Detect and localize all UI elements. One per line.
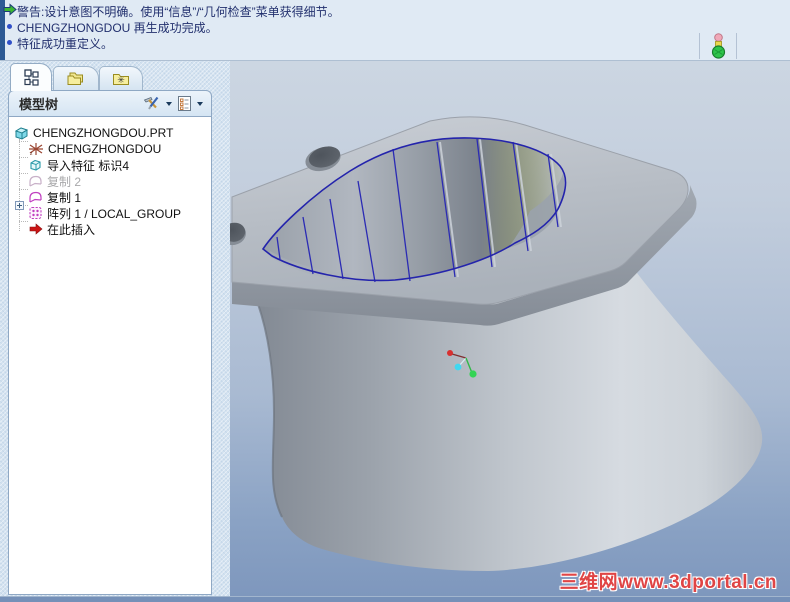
tree-item-part[interactable]: CHENGZHONGDOU.PRT [9, 125, 211, 141]
settings-dropdown-arrow[interactable] [166, 101, 172, 106]
insert-here-icon [29, 223, 43, 235]
tree-item-insert-here[interactable]: 在此插入 [9, 221, 211, 237]
model-tree-header: 模型树 [8, 90, 212, 116]
navigator-panel: ✳ 模型树 CHENGZHONGDOU.PRT z CHENGZHONGDOU … [0, 61, 230, 597]
tree-item-copy-2[interactable]: 复制 2 [9, 173, 211, 189]
bottom-window-edge [0, 596, 790, 602]
graphics-viewport[interactable]: 三维网www.3dportal.cn [230, 61, 790, 597]
expand-plus-icon[interactable] [15, 201, 24, 210]
tree-item-copy-1[interactable]: 复制 1 [9, 189, 211, 205]
traffic-light-icon [711, 33, 725, 59]
message-area: 警告:设计意图不明确。使用“信息”/“几何检查”菜单获得细节。 CHENGZHO… [0, 0, 790, 61]
tree-item-pattern[interactable]: 阵列 1 / LOCAL_GROUP [9, 205, 211, 221]
model-tree-panel[interactable]: CHENGZHONGDOU.PRT z CHENGZHONGDOU 导入特征 标… [8, 116, 212, 595]
regen-status-box[interactable] [699, 33, 737, 59]
tree-item-csys[interactable]: z CHENGZHONGDOU [9, 141, 211, 157]
warning-arrow-icon [3, 3, 17, 16]
tree-item-import-feature[interactable]: 导入特征 标识4 [9, 157, 211, 173]
bullet-icon [7, 40, 12, 45]
pattern-icon [29, 206, 42, 220]
tab-folder-browser[interactable] [53, 66, 99, 90]
settings-tools-icon[interactable] [142, 95, 161, 112]
show-dropdown-arrow[interactable] [197, 101, 203, 106]
bullet-icon [7, 24, 12, 29]
tab-model-tree[interactable] [10, 63, 52, 91]
watermark: 三维网www.3dportal.cn [559, 572, 777, 593]
model-tree-icon [24, 69, 39, 86]
favorites-folder-icon: ✳ [113, 73, 129, 85]
message-line: CHENGZHONGDOU 再生成功完成。 [17, 21, 218, 35]
message-line: 警告:设计意图不明确。使用“信息”/“几何检查”菜单获得细节。 [17, 5, 340, 19]
csys-icon: z [29, 143, 43, 156]
import-feature-icon [30, 159, 41, 171]
cad-model [230, 116, 763, 571]
svg-text:✳: ✳ [117, 75, 125, 85]
panel-title: 模型树 [19, 97, 59, 112]
folders-icon [67, 72, 83, 85]
message-line: 特征成功重定义。 [17, 37, 114, 51]
tab-favorites[interactable]: ✳ [99, 66, 143, 90]
copy-icon [29, 175, 42, 187]
copy-icon [29, 191, 42, 203]
part-icon [14, 127, 29, 140]
show-list-icon[interactable] [177, 95, 192, 112]
